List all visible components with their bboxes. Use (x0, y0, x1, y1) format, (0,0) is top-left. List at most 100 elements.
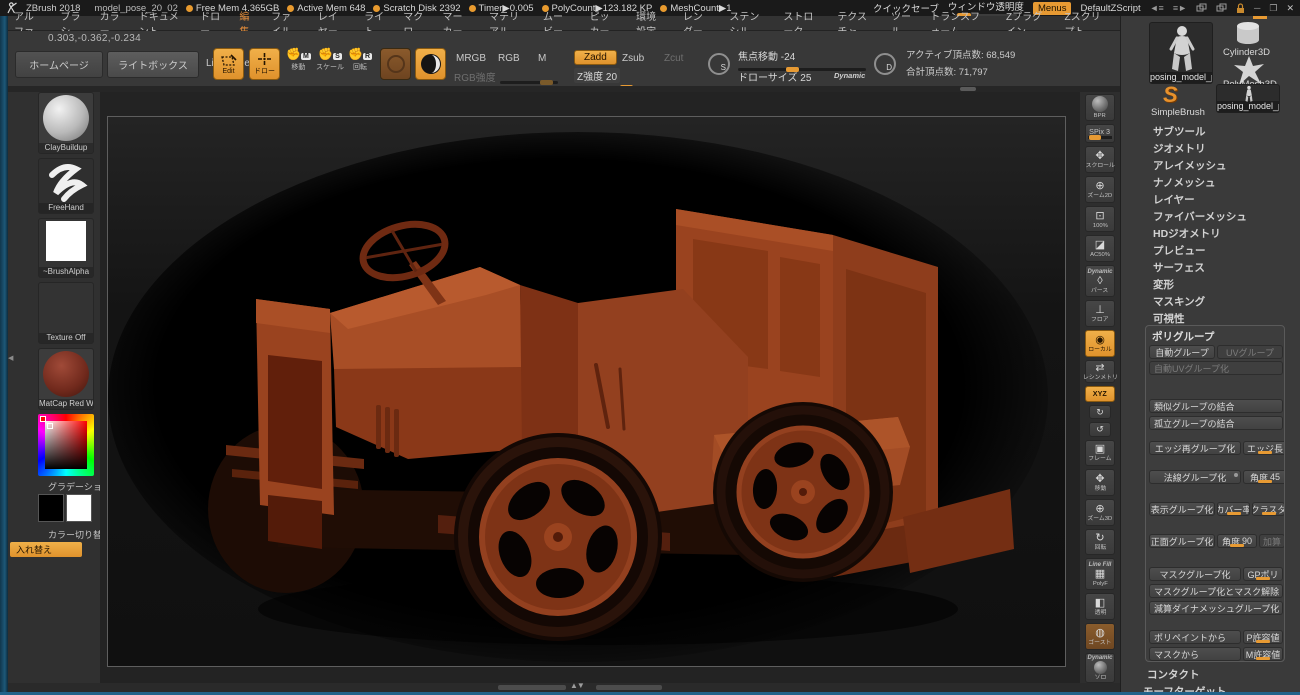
edit-button[interactable]: Edit (213, 48, 244, 80)
canvas-area[interactable] (100, 92, 1080, 683)
texture-slot-button[interactable] (380, 48, 411, 80)
swap-color-button[interactable]: 入れ替え (10, 542, 82, 557)
frame-button[interactable]: ▣フレーム (1085, 440, 1115, 467)
ghost-button[interactable]: ◍ゴースト (1085, 623, 1115, 650)
bpr-render-button[interactable]: BPR (1085, 94, 1115, 121)
section-visibility[interactable]: 可視性 (1153, 311, 1185, 326)
scroll-arrows-icon[interactable]: ▲▼ (570, 681, 584, 690)
restore-button[interactable]: ❐ (1269, 3, 1277, 14)
current-alpha-slot[interactable]: ~BrushAlpha (38, 218, 94, 278)
section-masking[interactable]: マスキング (1153, 294, 1205, 309)
zoom3d-button[interactable]: ⊕ズーム3D (1085, 499, 1115, 526)
zsub-button[interactable]: Zsub (622, 53, 644, 64)
regroup-by-edge-button[interactable]: エッジ再グループ化 (1149, 441, 1241, 455)
section-fibermesh[interactable]: ファイバーメッシュ (1153, 209, 1247, 224)
m-button[interactable]: M (538, 53, 546, 64)
tool-posing-small-slot[interactable]: posing_model_p (1216, 84, 1280, 113)
document-viewport[interactable] (107, 116, 1066, 667)
spix-slider[interactable]: SPix 3 (1085, 124, 1115, 144)
zcut-button[interactable]: Zcut (664, 53, 683, 64)
scrub-left-icon[interactable]: ◄≡ (1150, 3, 1164, 13)
uv-groups-button[interactable]: UVグループ (1217, 345, 1283, 359)
normals-angle-slider[interactable]: 角度45 (1243, 470, 1285, 484)
front-angle-slider[interactable]: 角度90 (1217, 534, 1257, 548)
bottom-scroll-handle[interactable] (596, 685, 662, 690)
rotate-y-button[interactable]: ↻ (1089, 405, 1111, 419)
group-masked-button[interactable]: マスクグループ化 (1149, 567, 1241, 581)
polyframe-button[interactable]: Line Fill▦PolyF (1085, 558, 1115, 590)
section-layers[interactable]: レイヤー (1153, 192, 1195, 207)
solo-button[interactable]: Dynamicソロ (1085, 653, 1115, 683)
section-contact[interactable]: コンタクト (1147, 667, 1200, 682)
auto-uv-groups-button[interactable]: 自動UVグループ化 (1149, 361, 1283, 375)
zadd-button[interactable]: Zadd (574, 50, 617, 65)
secondary-color-swatch[interactable] (66, 494, 92, 522)
tool-simplebrush[interactable]: SimpleBrush (1151, 107, 1205, 118)
xyz-button[interactable]: XYZ (1085, 386, 1115, 402)
mrgb-button[interactable]: MRGB (456, 53, 486, 64)
cluster-slider[interactable]: クラスタ (1252, 502, 1285, 516)
floor-button[interactable]: ⊥フロア (1085, 300, 1115, 327)
move3d-button[interactable]: ✥移動 (1085, 469, 1115, 496)
additive-button[interactable]: 加算 (1259, 534, 1285, 548)
material-slot-button[interactable] (415, 48, 446, 80)
cascade-windows-icon[interactable] (1216, 3, 1227, 13)
edge-length-slider[interactable]: エッジ長 (1243, 441, 1285, 455)
cover-slider[interactable]: カバー率 (1217, 502, 1250, 516)
main-color-swatch[interactable] (38, 494, 64, 522)
rotate-z-button[interactable]: ↺ (1089, 422, 1111, 436)
tray-collapse-arrow-icon[interactable]: ◀ (8, 354, 13, 362)
current-tool-slot[interactable]: posing_model_p (1149, 22, 1213, 84)
section-arraymesh[interactable]: アレイメッシュ (1153, 158, 1227, 173)
cylinder3d-thumb[interactable] (1233, 20, 1263, 46)
actual-size-button[interactable]: ⊡100% (1085, 206, 1115, 233)
group-masked-clear-mask-button[interactable]: マスクグループ化とマスク解除 (1149, 584, 1283, 598)
section-hdgeometry[interactable]: HDジオメトリ (1153, 226, 1221, 241)
group-front-button[interactable]: 正面グループ化 (1149, 534, 1215, 548)
current-stroke-slot[interactable]: FreeHand (38, 158, 94, 214)
merge-stray-groups-button[interactable]: 孤立グループの結合 (1149, 416, 1283, 430)
section-preview[interactable]: プレビュー (1153, 243, 1206, 258)
section-surface[interactable]: サーフェス (1153, 260, 1205, 275)
gp-poly-slider[interactable]: GPポリ (1243, 567, 1283, 581)
polygroups-header[interactable]: ポリグループ (1152, 329, 1214, 344)
from-mask-button[interactable]: マスクから (1149, 647, 1241, 661)
truck-3d-model[interactable] (108, 117, 1065, 666)
current-texture-slot[interactable]: Texture Off (38, 282, 94, 344)
lock-icon[interactable] (1236, 3, 1245, 14)
rgb-intensity-button[interactable]: RGB強度 (454, 69, 496, 84)
current-material-slot[interactable]: MatCap Red Wax (38, 348, 94, 410)
rotate-button[interactable]: ✊R 回転 (348, 49, 372, 72)
simplebrush-thumb[interactable]: S (1163, 82, 1178, 108)
section-geometry[interactable]: ジオメトリ (1153, 141, 1206, 156)
dynamic-draw-size-button[interactable]: D (874, 53, 896, 75)
group-by-normals-button[interactable]: 法線グループ化 (1149, 470, 1241, 484)
homepage-button[interactable]: ホームページ (15, 51, 103, 78)
dynamesh-sub-group-button[interactable]: 減算ダイナメッシュグループ化 (1149, 601, 1283, 615)
groups-visible-button[interactable]: 表示グループ化 (1149, 502, 1215, 516)
polypaint-tolerance-slider[interactable]: P許容値 (1243, 630, 1283, 644)
bottom-scroll-handle[interactable] (498, 685, 566, 690)
transparency-button[interactable]: ◧透明 (1085, 593, 1115, 620)
auto-groups-button[interactable]: 自動グループ (1149, 345, 1215, 359)
scrub-right-icon[interactable]: ≡► (1173, 3, 1187, 13)
section-nanomesh[interactable]: ナノメッシュ (1153, 175, 1215, 190)
rgb-intensity-slider[interactable] (500, 81, 558, 84)
local-symmetry-button[interactable]: ◉ローカル (1085, 330, 1115, 357)
move-button[interactable]: ✊M 移動 (286, 49, 311, 72)
minimize-button[interactable]: ─ (1254, 3, 1260, 13)
perspective-button[interactable]: Dynamic◊パース (1085, 265, 1115, 297)
zoom2d-button[interactable]: ⊕ズーム2D (1085, 176, 1115, 203)
scale-button[interactable]: ✊S スケール (316, 49, 344, 72)
z-intensity-label[interactable]: Z強度 20 (574, 68, 620, 83)
color-picker[interactable] (38, 414, 94, 476)
dynamic-label[interactable]: Dynamic (834, 71, 865, 80)
rotate3d-button[interactable]: ↻回転 (1085, 529, 1115, 556)
from-polypaint-button[interactable]: ポリペイントから (1149, 630, 1241, 644)
lsym-button[interactable]: ⇄レシンメトリ (1085, 360, 1115, 383)
sculptris-pro-button[interactable]: S (708, 53, 730, 75)
lightbox-button[interactable]: ライトボックス (107, 51, 199, 78)
current-brush-slot[interactable]: ClayBuildup (38, 92, 94, 154)
close-button[interactable]: ✕ (1286, 3, 1294, 14)
draw-button[interactable]: ドロー (249, 48, 280, 80)
